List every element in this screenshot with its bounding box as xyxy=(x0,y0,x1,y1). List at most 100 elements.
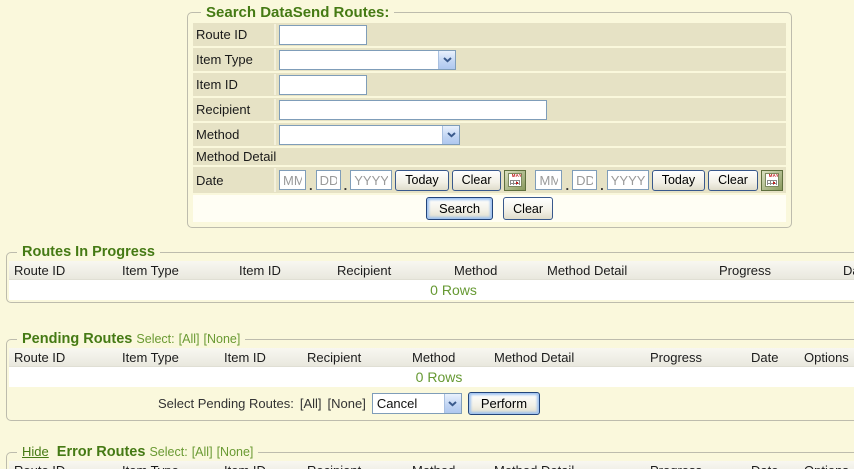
item-id-row: Item ID xyxy=(193,73,786,96)
start-date-clear-button[interactable]: Clear xyxy=(452,170,502,191)
select-all-link[interactable]: [All] xyxy=(179,332,200,346)
start-date-month-input[interactable] xyxy=(279,170,306,190)
item-id-input[interactable] xyxy=(279,75,367,95)
col-method-detail: Method Detail xyxy=(489,348,645,366)
calendar-month-label: MAY xyxy=(512,174,519,177)
search-button[interactable]: Search xyxy=(426,197,493,220)
date-label: Date xyxy=(196,168,276,192)
pending-action-none-link[interactable]: [None] xyxy=(328,396,366,411)
col-item-id: Item ID xyxy=(219,461,302,469)
select-label: Select: xyxy=(149,445,187,459)
calendar-month-label: MAY xyxy=(769,174,776,177)
error-routes-section: Hide Error Routes Select: [All] [None] R… xyxy=(6,444,854,469)
col-method: Method xyxy=(407,348,489,366)
date-separator: . xyxy=(565,181,569,191)
item-type-select[interactable] xyxy=(279,50,456,70)
route-id-label: Route ID xyxy=(196,24,276,45)
empty-rows-indicator: 0 Rows xyxy=(9,367,854,387)
method-detail-row: Method Detail xyxy=(193,148,786,165)
col-method-detail: Method Detail xyxy=(542,261,714,279)
chevron-down-icon xyxy=(442,126,459,144)
date-separator: . xyxy=(600,181,604,191)
table-header-row: Route ID Item Type Item ID Recipient Met… xyxy=(9,261,854,280)
col-date: Date xyxy=(746,348,799,366)
chevron-down-icon xyxy=(438,51,455,69)
pending-routes-table: Route ID Item Type Item ID Recipient Met… xyxy=(9,348,854,387)
date-separator: . xyxy=(344,181,348,191)
routes-in-progress-title: Routes In Progress xyxy=(22,244,155,260)
end-date-today-button[interactable]: Today xyxy=(652,170,705,191)
col-route-id: Route ID xyxy=(9,261,117,279)
recipient-row: Recipient xyxy=(193,98,786,121)
item-id-label: Item ID xyxy=(196,74,276,95)
error-routes-legend: Hide Error Routes Select: [All] [None] xyxy=(17,444,258,460)
col-recipient: Recipient xyxy=(302,348,407,366)
start-date-day-input[interactable] xyxy=(316,170,341,190)
calendar-icon[interactable]: MAY xyxy=(504,170,526,191)
clear-form-button[interactable]: Clear xyxy=(503,197,553,220)
pending-routes-section: Pending Routes Select: [All] [None] Rout… xyxy=(6,331,854,421)
col-item-type: Item Type xyxy=(117,261,234,279)
item-type-label: Item Type xyxy=(196,49,276,70)
date-row: Date . . Today Clear MAY . . Toda xyxy=(193,167,786,193)
chevron-down-icon xyxy=(444,394,461,413)
end-date-day-input[interactable] xyxy=(572,170,597,190)
select-all-link[interactable]: [All] xyxy=(192,445,213,459)
pending-action-label: Select Pending Routes: xyxy=(158,396,294,411)
perform-button[interactable]: Perform xyxy=(468,392,540,415)
col-progress: Progress xyxy=(645,461,746,469)
select-label: Select: xyxy=(136,332,174,346)
search-buttons-row: Search Clear xyxy=(193,195,786,222)
method-label: Method xyxy=(196,124,276,145)
calendar-icon[interactable]: MAY xyxy=(761,170,783,191)
col-item-type: Item Type xyxy=(117,348,219,366)
col-method-detail: Method Detail xyxy=(489,461,645,469)
route-id-row: Route ID xyxy=(193,23,786,46)
pending-action-row: Select Pending Routes: [All] [None] Canc… xyxy=(9,391,689,416)
pending-action-select[interactable]: Cancel xyxy=(372,393,462,414)
select-none-link[interactable]: [None] xyxy=(217,445,254,459)
search-form-legend: Search DataSend Routes: xyxy=(201,4,394,21)
start-date-today-button[interactable]: Today xyxy=(395,170,448,191)
error-routes-table: Route ID Item Type Item ID Recipient Met… xyxy=(9,461,854,469)
search-datasend-routes-form: Search DataSend Routes: Route ID Item Ty… xyxy=(187,4,792,228)
end-date-month-input[interactable] xyxy=(535,170,562,190)
routes-in-progress-section: Routes In Progress Route ID Item Type It… xyxy=(6,244,854,303)
col-date: Date xyxy=(838,261,854,279)
pending-action-select-value: Cancel xyxy=(373,396,421,411)
end-date-clear-button[interactable]: Clear xyxy=(708,170,758,191)
hide-link[interactable]: Hide xyxy=(22,444,49,459)
col-method: Method xyxy=(407,461,489,469)
col-progress: Progress xyxy=(645,348,746,366)
pending-routes-legend: Pending Routes Select: [All] [None] xyxy=(17,331,245,347)
pending-action-all-link[interactable]: [All] xyxy=(300,396,322,411)
table-header-row: Route ID Item Type Item ID Recipient Met… xyxy=(9,348,854,367)
col-route-id: Route ID xyxy=(9,348,117,366)
col-method: Method xyxy=(449,261,542,279)
route-id-input[interactable] xyxy=(279,25,367,45)
date-separator: . xyxy=(309,181,313,191)
table-header-row: Route ID Item Type Item ID Recipient Met… xyxy=(9,461,854,469)
method-detail-label: Method Detail xyxy=(196,149,783,164)
start-date-year-input[interactable] xyxy=(350,170,392,190)
col-item-type: Item Type xyxy=(117,461,219,469)
col-recipient: Recipient xyxy=(302,461,407,469)
col-item-id: Item ID xyxy=(219,348,302,366)
empty-rows-indicator: 0 Rows xyxy=(9,280,854,300)
col-date: Date xyxy=(746,461,799,469)
recipient-input[interactable] xyxy=(279,100,547,120)
routes-in-progress-table: Route ID Item Type Item ID Recipient Met… xyxy=(9,261,854,300)
recipient-label: Recipient xyxy=(196,99,276,120)
error-routes-title: Error Routes xyxy=(57,444,146,460)
col-progress: Progress xyxy=(714,261,838,279)
pending-routes-title: Pending Routes xyxy=(22,331,132,347)
col-options: Options xyxy=(799,461,854,469)
method-select[interactable] xyxy=(279,125,460,145)
col-options: Options xyxy=(799,348,854,366)
search-form-title: Search DataSend Routes: xyxy=(206,4,389,21)
col-route-id: Route ID xyxy=(9,461,117,469)
col-item-id: Item ID xyxy=(234,261,332,279)
method-row: Method xyxy=(193,123,786,146)
select-none-link[interactable]: [None] xyxy=(204,332,241,346)
end-date-year-input[interactable] xyxy=(607,170,649,190)
